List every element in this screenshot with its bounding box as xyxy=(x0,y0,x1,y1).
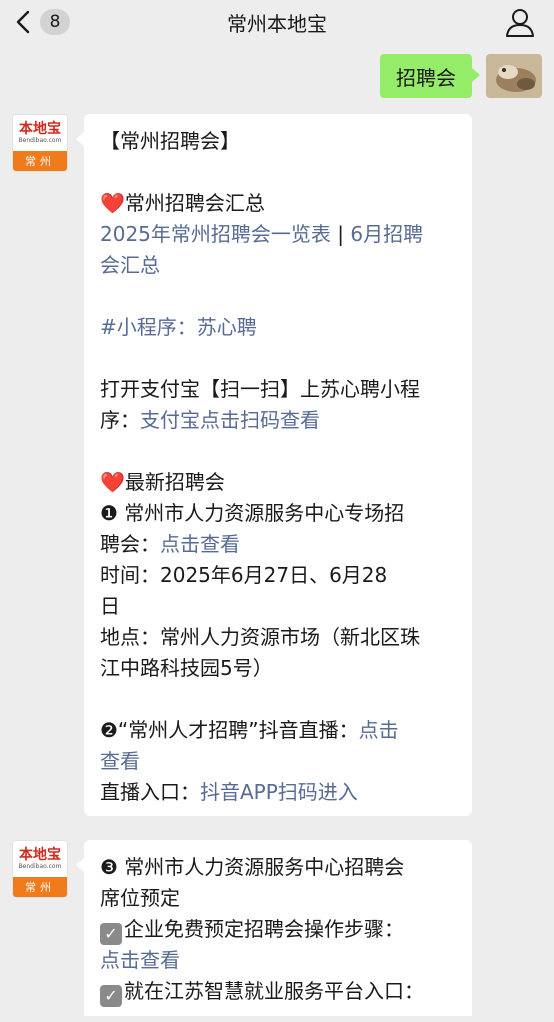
link-fair-list[interactable]: 2025年常州招聘会一览表 xyxy=(100,222,331,246)
account-avatar[interactable]: 本地宝 Bendibao.com 常州 xyxy=(12,840,68,898)
chat-header: 8 常州本地宝 xyxy=(0,0,554,44)
profile-button[interactable] xyxy=(504,6,536,38)
logo-city: 常州 xyxy=(13,151,67,171)
message-bubble: ❸ 常州市人力资源服务中心招聘会 席位预定 ✓ 企业免费预定招聘会操作步骤： 点击… xyxy=(76,840,472,1022)
link-miniprogram[interactable]: #小程序：苏心聘 xyxy=(100,312,454,343)
link-douyin-live[interactable]: 点击 xyxy=(359,718,399,742)
heart-icon: ❤️ xyxy=(100,470,125,494)
link-view-fair-1[interactable]: 点击查看 xyxy=(160,532,240,556)
section-heading: ❤️常州招聘会汇总 xyxy=(100,191,265,215)
user-avatar[interactable] xyxy=(486,54,542,98)
message-bubble: 【常州招聘会】 ❤️常州招聘会汇总 2025年常州招聘会一览表 | 6月招聘 会… xyxy=(76,114,472,816)
received-message-1: 本地宝 Bendibao.com 常州 【常州招聘会】 ❤️常州招聘会汇总 20… xyxy=(12,114,472,816)
logo-domain: Bendibao.com xyxy=(18,137,62,144)
sent-message-bubble[interactable]: 招聘会 xyxy=(380,54,480,98)
link-booking-steps[interactable]: 点击查看 xyxy=(100,945,454,976)
person-icon xyxy=(506,9,534,37)
section-heading: ❤️最新招聘会 xyxy=(100,470,225,494)
bottom-strip xyxy=(0,1016,554,1022)
logo-city: 常州 xyxy=(13,877,67,897)
checkbox-icon: ✓ xyxy=(100,985,122,1007)
link-douyin-app[interactable]: 抖音APP扫码进入 xyxy=(200,780,358,804)
message-heading: 【常州招聘会】 xyxy=(100,129,240,153)
sent-message-row: 招聘会 xyxy=(380,54,542,98)
logo-domain: Bendibao.com xyxy=(18,863,62,870)
logo-name: 本地宝 xyxy=(19,847,61,863)
received-message-2: 本地宝 Bendibao.com 常州 ❸ 常州市人力资源服务中心招聘会 席位预… xyxy=(12,840,472,1022)
link-alipay-scan[interactable]: 支付宝点击扫码查看 xyxy=(140,408,320,432)
link-june-fairs[interactable]: 6月招聘 xyxy=(350,222,423,246)
account-avatar[interactable]: 本地宝 Bendibao.com 常州 xyxy=(12,114,68,172)
link-douyin-live-cont[interactable]: 查看 xyxy=(100,746,454,777)
checkbox-icon: ✓ xyxy=(100,923,122,945)
chat-title: 常州本地宝 xyxy=(227,12,327,36)
heart-icon: ❤️ xyxy=(100,191,125,215)
link-june-fairs-cont[interactable]: 会汇总 xyxy=(100,250,454,281)
logo-name: 本地宝 xyxy=(19,121,61,137)
